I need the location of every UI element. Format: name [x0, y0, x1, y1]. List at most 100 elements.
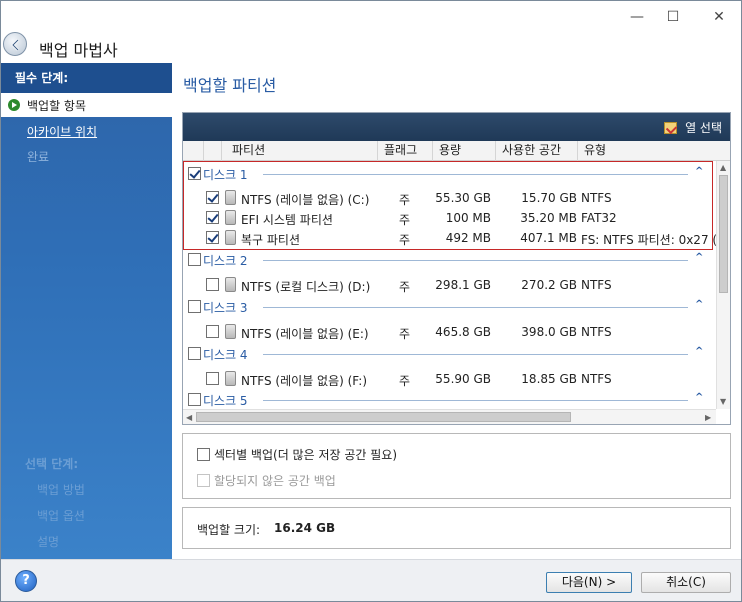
- disk-label: 디스크 4: [203, 348, 248, 362]
- scroll-down-icon[interactable]: ▼: [720, 397, 726, 406]
- disk-checkbox[interactable]: [188, 253, 201, 266]
- partition-checkbox[interactable]: [206, 278, 219, 291]
- disk-separator: [263, 174, 688, 175]
- next-button[interactable]: 다음(N) >: [546, 572, 632, 593]
- partition-grid: 열 선택 파티션 플래그 용량 사용한 공간 유형 디스크 1 ^ NTFS (: [182, 112, 731, 425]
- collapse-icon[interactable]: ^: [695, 299, 703, 310]
- partition-row[interactable]: NTFS (레이블 없음) (C:) 주 55.30 GB 15.70 GB N…: [183, 187, 716, 209]
- disk-label: 디스크 3: [203, 301, 248, 315]
- disk-checkbox[interactable]: [188, 393, 201, 406]
- partition-name: NTFS (레이블 없음) (C:): [241, 193, 370, 207]
- horizontal-scroll-thumb[interactable]: [196, 412, 571, 422]
- unallocated-space-label: 할당되지 않은 공간 백업: [214, 474, 336, 488]
- close-button[interactable]: ✕: [704, 7, 734, 27]
- header-used-space[interactable]: 사용한 공간: [495, 141, 577, 161]
- partition-type: NTFS: [581, 325, 612, 339]
- minimize-button[interactable]: —: [622, 7, 652, 27]
- unallocated-space-option: 할당되지 않은 공간 백업: [197, 472, 336, 489]
- partition-flag: 주: [399, 213, 411, 227]
- sector-by-sector-label: 섹터별 백업(더 많은 저장 공간 필요): [214, 448, 397, 462]
- partition-used: 35.20 MB: [520, 211, 577, 225]
- help-icon[interactable]: ?: [15, 570, 37, 592]
- title-bar: 백업 마법사 — ☐ ✕: [1, 1, 741, 63]
- column-select-button[interactable]: 열 선택: [664, 119, 722, 136]
- partition-used: 398.0 GB: [521, 325, 577, 339]
- disk-checkbox[interactable]: [188, 347, 201, 360]
- hard-drive-icon: [225, 371, 236, 386]
- disk-separator: [263, 354, 688, 355]
- backup-size-value: 16.24 GB: [274, 521, 336, 535]
- partition-capacity: 298.1 GB: [435, 278, 491, 292]
- step-finish: 완료: [27, 150, 50, 164]
- backup-size-box: 백업할 크기: 16.24 GB: [182, 507, 731, 549]
- disk-checkbox[interactable]: [188, 167, 201, 180]
- partition-checkbox[interactable]: [206, 231, 219, 244]
- partition-row[interactable]: EFI 시스템 파티션 주 100 MB 35.20 MB FAT32: [183, 207, 716, 229]
- cancel-button[interactable]: 취소(C): [641, 572, 731, 593]
- header-partition[interactable]: 파티션: [221, 141, 377, 161]
- vertical-scrollbar[interactable]: ▲ ▼: [716, 161, 730, 409]
- step-backup-options: 백업 옵션: [37, 509, 85, 523]
- partition-checkbox[interactable]: [206, 191, 219, 204]
- scroll-left-icon[interactable]: ◀: [186, 413, 192, 422]
- partition-type: NTFS: [581, 278, 612, 292]
- disk-checkbox[interactable]: [188, 300, 201, 313]
- hard-drive-icon: [225, 277, 236, 292]
- vertical-scroll-thumb[interactable]: [719, 175, 728, 293]
- column-select-label: 열 선택: [685, 121, 722, 135]
- disk-row[interactable]: 디스크 4 ^: [183, 343, 716, 365]
- hard-drive-icon: [225, 190, 236, 205]
- partition-flag: 주: [399, 193, 411, 207]
- current-step-arrow-icon: [8, 99, 20, 111]
- disk-label: 디스크 1: [203, 168, 248, 182]
- collapse-icon[interactable]: ^: [695, 392, 703, 403]
- horizontal-scrollbar[interactable]: ◀ ▶: [183, 409, 716, 424]
- sector-by-sector-checkbox[interactable]: [197, 448, 210, 461]
- hard-drive-icon: [225, 324, 236, 339]
- disk-row[interactable]: 디스크 2 ^: [183, 249, 716, 271]
- partition-flag: 주: [399, 233, 411, 247]
- partition-type: FS: NTFS 파티션: 0x27 (: [581, 233, 716, 247]
- disk-row[interactable]: 디스크 1 ^: [183, 163, 716, 185]
- partition-capacity: 55.30 GB: [435, 191, 491, 205]
- collapse-icon[interactable]: ^: [695, 252, 703, 263]
- partition-used: 270.2 GB: [521, 278, 577, 292]
- sector-by-sector-option[interactable]: 섹터별 백업(더 많은 저장 공간 필요): [197, 446, 397, 463]
- partition-type: FAT32: [581, 211, 617, 225]
- step-items-to-backup[interactable]: 백업할 항목: [1, 93, 172, 117]
- required-steps-header: 필수 단계:: [1, 63, 172, 93]
- disk-separator: [263, 307, 688, 308]
- partition-used: 15.70 GB: [521, 191, 577, 205]
- partition-checkbox[interactable]: [206, 372, 219, 385]
- disk-separator: [263, 400, 688, 401]
- scroll-right-icon[interactable]: ▶: [705, 413, 711, 422]
- partition-row[interactable]: NTFS (로컬 디스크) (D:) 주 298.1 GB 270.2 GB N…: [183, 274, 716, 296]
- collapse-icon[interactable]: ^: [695, 166, 703, 177]
- step-archive-location[interactable]: 아카이브 위치: [27, 123, 97, 140]
- partition-checkbox[interactable]: [206, 211, 219, 224]
- header-type[interactable]: 유형: [577, 141, 730, 161]
- disk-row[interactable]: 디스크 5 ^: [183, 389, 716, 409]
- disk-row[interactable]: 디스크 3 ^: [183, 296, 716, 318]
- column-select-icon: [664, 122, 678, 134]
- header-checkbox-col: [183, 141, 203, 161]
- step-description: 설명: [37, 535, 60, 549]
- partition-used: 407.1 MB: [520, 231, 577, 245]
- collapse-icon[interactable]: ^: [695, 346, 703, 357]
- partition-type: NTFS: [581, 191, 612, 205]
- partition-row[interactable]: 복구 파티션 주 492 MB 407.1 MB FS: NTFS 파티션: 0…: [183, 227, 716, 249]
- step-label: 백업할 항목: [27, 99, 87, 113]
- wizard-sidebar: 필수 단계: 백업할 항목 아카이브 위치 완료 선택 단계: 백업 방법 백업…: [1, 63, 172, 559]
- partition-checkbox[interactable]: [206, 325, 219, 338]
- wizard-footer: ? 다음(N) > 취소(C): [1, 559, 741, 601]
- partition-capacity: 100 MB: [445, 211, 491, 225]
- partition-row[interactable]: NTFS (레이블 없음) (E:) 주 465.8 GB 398.0 GB N…: [183, 321, 716, 343]
- back-button[interactable]: [3, 32, 27, 56]
- partition-name: NTFS (레이블 없음) (F:): [241, 374, 367, 388]
- maximize-button[interactable]: ☐: [658, 7, 688, 27]
- header-flag[interactable]: 플래그: [377, 141, 432, 161]
- header-capacity[interactable]: 용량: [432, 141, 495, 161]
- scroll-up-icon[interactable]: ▲: [720, 163, 726, 172]
- partition-capacity: 465.8 GB: [435, 325, 491, 339]
- partition-row[interactable]: NTFS (레이블 없음) (F:) 주 55.90 GB 18.85 GB N…: [183, 368, 716, 390]
